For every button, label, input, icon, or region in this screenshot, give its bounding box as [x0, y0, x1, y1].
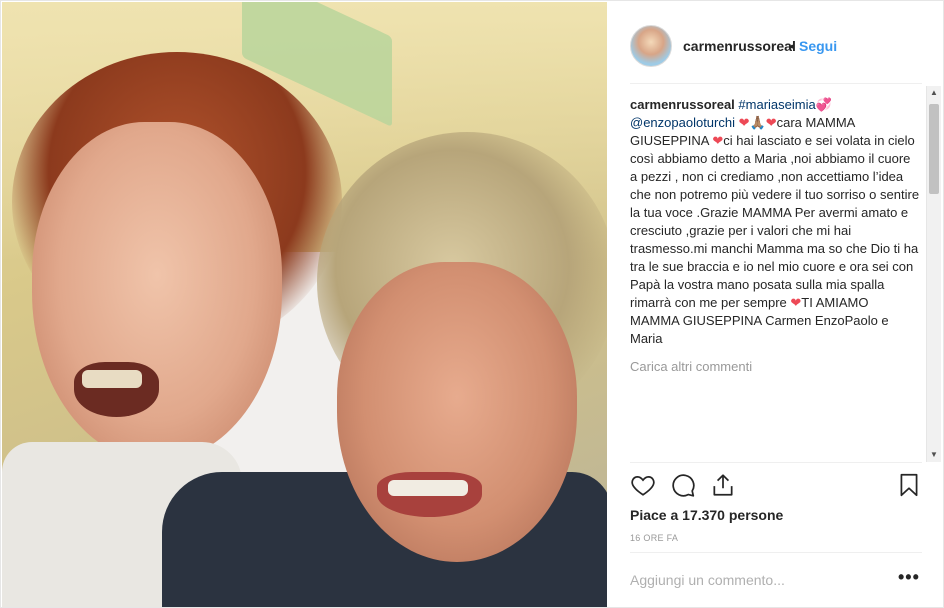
header-separator: • [790, 38, 795, 54]
caption-emoji-hearts: 💞 [815, 97, 832, 112]
caption-mention[interactable]: @enzopaoloturchi [630, 115, 735, 130]
share-icon[interactable] [710, 472, 736, 498]
caption-hashtag[interactable]: #mariaseimia [738, 97, 815, 112]
actions-divider [630, 462, 922, 463]
action-bar [630, 472, 922, 500]
photo-person-2-teeth [388, 480, 468, 496]
bookmark-icon[interactable] [896, 472, 922, 498]
photo-person-1-teeth [82, 370, 142, 388]
post-photo[interactable] [2, 2, 607, 607]
comments-area: carmenrussoreal #mariaseimia💞 @enzopaolo… [630, 96, 920, 458]
scroll-thumb[interactable] [929, 104, 939, 194]
scroll-down-arrow-icon[interactable]: ▼ [927, 448, 941, 462]
post-side-panel: carmenrussoreal • Segui carmenrussoreal … [608, 2, 943, 607]
comment-input[interactable]: Aggiungi un commento... [630, 572, 785, 588]
photo-person-2-face [337, 262, 577, 562]
caption-emoji-heart-mid: ❤ [712, 133, 724, 148]
photo-person-1-face [32, 122, 282, 462]
comment-divider [630, 552, 922, 553]
heart-icon[interactable] [630, 472, 656, 498]
follow-button[interactable]: Segui [799, 38, 837, 54]
caption: carmenrussoreal #mariaseimia💞 @enzopaolo… [630, 96, 920, 348]
load-more-comments[interactable]: Carica altri commenti [630, 358, 920, 376]
comments-scrollbar[interactable]: ▲ ▼ [926, 86, 941, 462]
post-frame: carmenrussoreal • Segui carmenrussoreal … [0, 0, 944, 608]
caption-username[interactable]: carmenrussoreal [630, 97, 735, 112]
more-options-icon[interactable]: ••• [898, 567, 920, 588]
post-timestamp: 16 ORE FA [630, 533, 679, 543]
scroll-up-arrow-icon[interactable]: ▲ [927, 86, 941, 100]
likes-count[interactable]: Piace a 17.370 persone [630, 507, 783, 523]
caption-emoji-heart-end: ❤ [790, 295, 802, 310]
header-divider [630, 83, 922, 84]
avatar[interactable] [630, 25, 672, 67]
post-header: carmenrussoreal • Segui [608, 2, 943, 83]
comment-icon[interactable] [670, 472, 696, 498]
header-username[interactable]: carmenrussoreal [683, 38, 796, 54]
caption-emoji-group: ❤🙏🏽❤ [738, 115, 777, 130]
caption-text-2: ci hai lasciato e sei volata in cielo co… [630, 133, 920, 310]
